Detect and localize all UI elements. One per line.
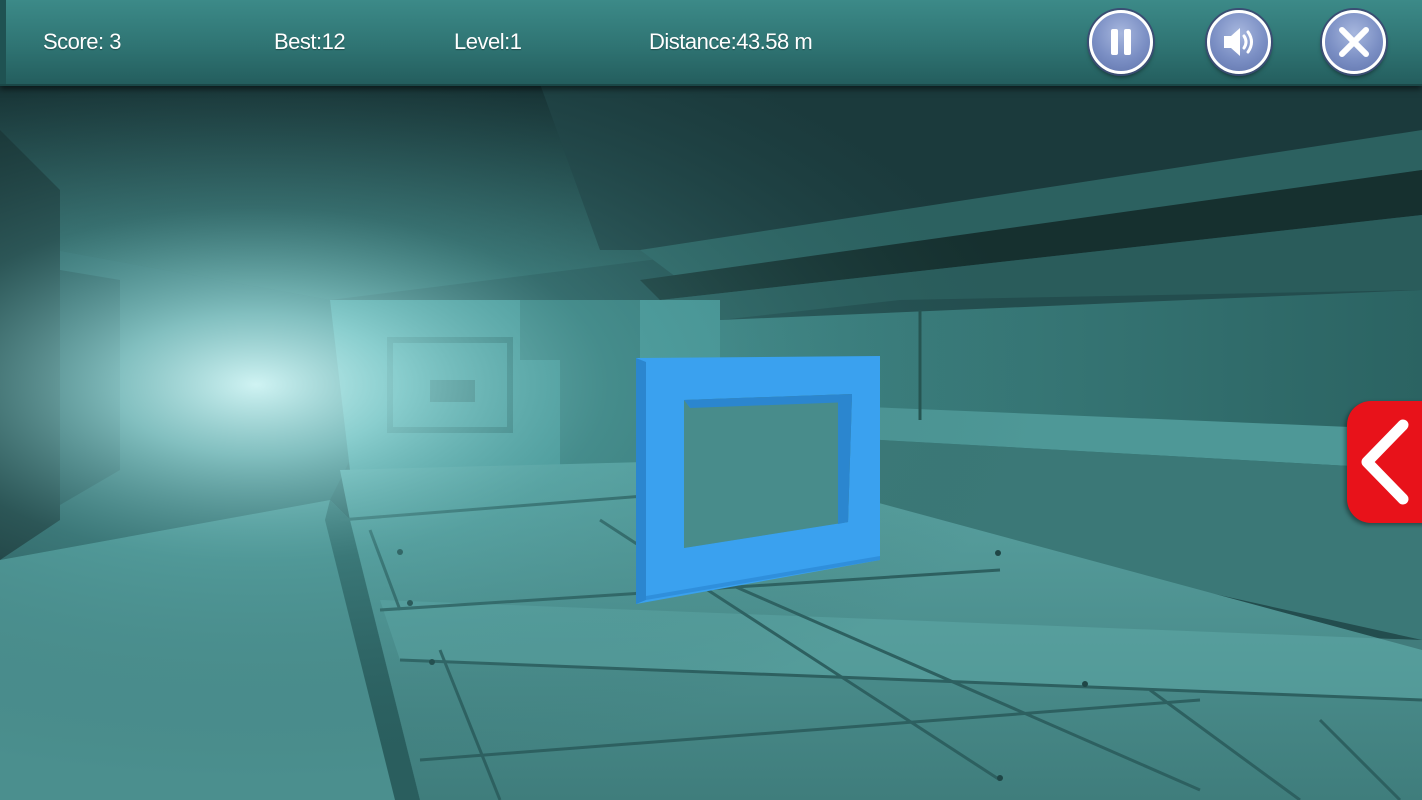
pause-button[interactable] — [1089, 10, 1153, 74]
hud-bar: Score: 3 Best:12 Level:1 Distance:43.58 … — [0, 0, 1422, 86]
best-score-label: Best:12 — [274, 29, 346, 54]
level-label: Level:1 — [454, 29, 522, 54]
sound-button[interactable] — [1207, 10, 1271, 74]
close-icon — [1339, 27, 1369, 57]
distance-label: Distance:43.58 m — [649, 29, 813, 54]
score-label: Score: 3 — [43, 29, 121, 54]
game-viewport: Score: 3 Best:12 Level:1 Distance:43.58 … — [0, 0, 1422, 800]
pause-icon — [1111, 29, 1131, 55]
speaker-icon — [1224, 28, 1253, 56]
tunnel-scene — [0, 0, 1422, 800]
chevron-left-icon — [1361, 419, 1409, 505]
steer-left-button[interactable] — [1347, 401, 1422, 523]
close-button[interactable] — [1322, 10, 1386, 74]
